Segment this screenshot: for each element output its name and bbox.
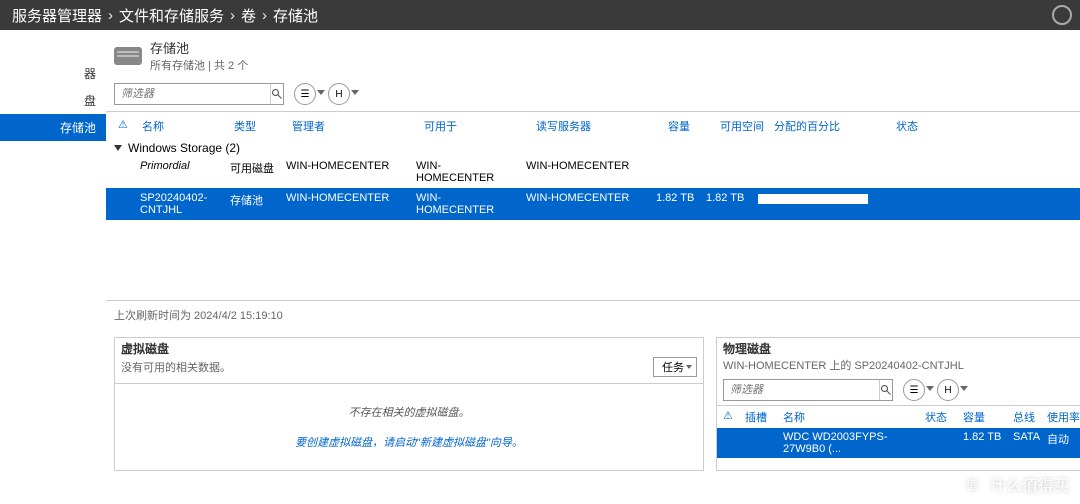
cell-name: Primordial <box>136 158 226 186</box>
vd-empty-text: 不存在相关的虚拟磁盘。 <box>135 404 683 420</box>
pd-subtitle: WIN-HOMECENTER 上的 SP20240402-CNTJHL <box>723 357 1080 373</box>
physical-disks-panel: 物理磁盘 WIN-HOMECENTER 上的 SP20240402-CNTJHL… <box>716 337 1080 471</box>
col-free[interactable]: 可用空间 <box>716 116 768 136</box>
pool-toolbar: ☰ H <box>106 77 1080 112</box>
pd-column-headers: ⚠ 插槽 名称 状态 容量 总线 使用率 底盘 <box>717 406 1080 428</box>
allocation-bar <box>758 194 868 204</box>
view-options-icon[interactable]: ☰ <box>903 379 925 401</box>
pd-col-status[interactable]: 状态 <box>925 409 963 425</box>
watermark-text: 什么值得买 <box>990 472 1070 496</box>
cell-type: 存储池 <box>226 190 282 218</box>
chevron-right-icon: › <box>230 7 235 24</box>
cell-mgr: WIN-HOMECENTER <box>282 158 412 186</box>
vd-create-link[interactable]: 要创建虚拟磁盘，请启动"新建虚拟磁盘"向导。 <box>135 434 683 450</box>
cell-rw: WIN-HOMECENTER <box>522 158 652 186</box>
filter-box[interactable] <box>114 83 284 105</box>
watermark-icon: 值 <box>960 472 984 496</box>
cell-rw: WIN-HOMECENTER <box>522 190 652 218</box>
pd-col-name[interactable]: 名称 <box>783 409 925 425</box>
group-row[interactable]: Windows Storage (2) <box>106 140 1080 156</box>
search-icon[interactable] <box>270 84 283 104</box>
chevron-right-icon: › <box>262 7 267 24</box>
section-subtitle: 所有存储池 | 共 2 个 <box>150 57 248 73</box>
col-status[interactable]: 状态 <box>892 116 942 136</box>
breadcrumb-item[interactable]: 卷 <box>241 5 256 26</box>
top-bar: 服务器管理器 › 文件和存储服务 › 卷 › 存储池 <box>0 0 1080 30</box>
col-available-for[interactable]: 可用于 <box>420 116 530 136</box>
search-icon[interactable] <box>879 380 892 400</box>
warn-icon[interactable]: ⚠ <box>723 409 745 425</box>
cell-mgr: WIN-HOMECENTER <box>282 190 412 218</box>
cell-name: SP20240402-CNTJHL <box>136 190 226 218</box>
pd-row[interactable]: WDC WD2003FYPS-27W9B0 (... 1.82 TB SATA … <box>717 428 1080 458</box>
filter-options-icon[interactable]: H <box>328 83 350 105</box>
expand-icon[interactable] <box>114 145 122 151</box>
storage-pool-icon <box>114 47 142 65</box>
group-label: Windows Storage (2) <box>128 141 240 155</box>
main-content: 存储池 所有存储池 | 共 2 个 ☰ H ⚠ 名称 类型 管理者 可用于 读写… <box>106 30 1080 504</box>
col-name[interactable]: 名称 <box>138 116 228 136</box>
breadcrumb-item[interactable]: 服务器管理器 <box>12 5 102 26</box>
tasks-button[interactable]: 任务 <box>653 357 697 377</box>
warn-icon[interactable]: ⚠ <box>114 116 136 136</box>
filter-input[interactable] <box>115 88 270 100</box>
refresh-icon[interactable] <box>1052 5 1072 25</box>
vd-title: 虚拟磁盘 <box>121 340 697 357</box>
sidebar-item[interactable]: 盘 <box>0 87 106 114</box>
pd-col-bus[interactable]: 总线 <box>1013 409 1047 425</box>
section-title: 存储池 <box>150 38 248 57</box>
pd-col-usage[interactable]: 使用率 <box>1047 409 1080 425</box>
pd-cell-cap: 1.82 TB <box>963 431 1013 455</box>
col-percent[interactable]: 分配的百分比 <box>770 116 890 136</box>
pd-cell-use: 自动 <box>1047 431 1080 455</box>
vd-subtitle: 没有可用的相关数据。 <box>121 359 231 375</box>
last-refresh: 上次刷新时间为 2024/4/2 15:19:10 <box>106 300 1080 329</box>
pd-title: 物理磁盘 <box>723 340 1080 357</box>
breadcrumb-item[interactable]: 存储池 <box>273 5 318 26</box>
sidebar: 器 盘 存储池 <box>0 30 106 504</box>
chevron-right-icon: › <box>108 7 113 24</box>
col-manager[interactable]: 管理者 <box>288 116 418 136</box>
pd-cell-name: WDC WD2003FYPS-27W9B0 (... <box>783 431 925 455</box>
cell-cap: 1.82 TB <box>652 190 702 218</box>
col-capacity[interactable]: 容量 <box>664 116 714 136</box>
pool-row-selected[interactable]: SP20240402-CNTJHL 存储池 WIN-HOMECENTER WIN… <box>106 188 1080 220</box>
cell-type: 可用磁盘 <box>226 158 282 186</box>
pd-col-capacity[interactable]: 容量 <box>963 409 1013 425</box>
col-type[interactable]: 类型 <box>230 116 286 136</box>
pool-row-primordial[interactable]: Primordial 可用磁盘 WIN-HOMECENTER WIN-HOMEC… <box>106 156 1080 188</box>
watermark: 值 什么值得买 <box>960 472 1070 496</box>
cell-use: WIN-HOMECENTER <box>412 158 522 186</box>
pd-col-slot[interactable]: 插槽 <box>745 409 783 425</box>
sidebar-item[interactable]: 器 <box>0 60 106 87</box>
breadcrumb: 服务器管理器 › 文件和存储服务 › 卷 › 存储池 <box>12 5 318 26</box>
virtual-disks-panel: 虚拟磁盘 没有可用的相关数据。 任务 不存在相关的虚拟磁盘。 要创建虚拟磁盘，请… <box>114 337 704 471</box>
filter-options-icon[interactable]: H <box>937 379 959 401</box>
cell-free: 1.82 TB <box>702 190 754 218</box>
pd-cell-bus: SATA <box>1013 431 1047 455</box>
view-options-icon[interactable]: ☰ <box>294 83 316 105</box>
pd-filter-box[interactable] <box>723 379 893 401</box>
cell-use: WIN-HOMECENTER <box>412 190 522 218</box>
breadcrumb-item[interactable]: 文件和存储服务 <box>119 5 224 26</box>
col-rw-server[interactable]: 读写服务器 <box>532 116 662 136</box>
sidebar-item-storage-pools[interactable]: 存储池 <box>0 114 106 141</box>
pool-column-headers: ⚠ 名称 类型 管理者 可用于 读写服务器 容量 可用空间 分配的百分比 状态 <box>106 112 1080 140</box>
pd-filter-input[interactable] <box>724 384 879 396</box>
